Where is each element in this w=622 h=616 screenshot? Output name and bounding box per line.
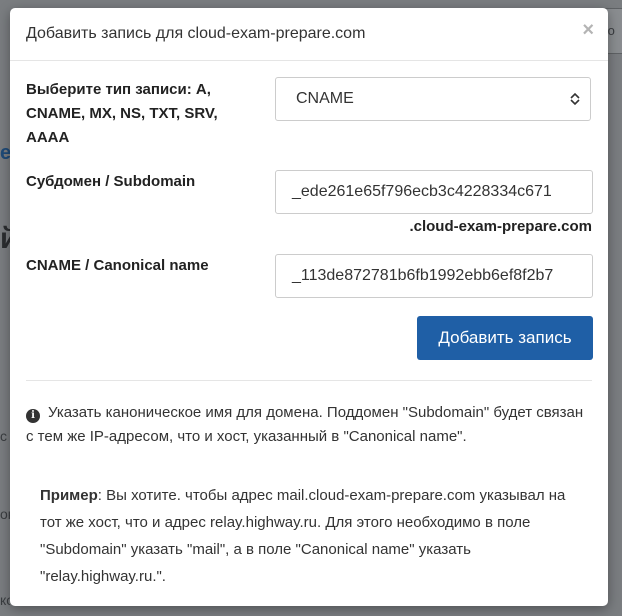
example-text: : Вы хотите. чтобы адрес mail.cloud-exam… [40, 487, 566, 585]
close-button[interactable]: × [582, 20, 594, 40]
add-record-button[interactable]: Добавить запись [417, 316, 593, 360]
subdomain-input-value: _ede261e65f796ecb3c4228334c671 [292, 183, 552, 200]
domain-suffix: .cloud-exam-prepare.com [409, 218, 592, 235]
info-text: Указать каноническое имя для домена. Под… [26, 404, 584, 445]
background-text-fragment: с [0, 428, 7, 444]
cname-input[interactable]: _113de872781b6fb1992ebb6ef8f2b7 [275, 254, 593, 298]
background-heading-fragment: й [0, 222, 10, 255]
chevron-down-icon [570, 92, 580, 106]
cname-label: CNAME / Canonical name [26, 257, 209, 274]
divider [26, 380, 592, 381]
add-record-modal: Добавить запись для cloud-exam-prepare.c… [10, 8, 608, 606]
example-block: Пример: Вы хотите. чтобы адрес mail.clou… [40, 482, 580, 590]
info-text-block: i Указать каноническое имя для домена. По… [26, 401, 586, 449]
modal-title: Добавить запись для cloud-exam-prepare.c… [26, 25, 366, 42]
record-type-selected-value: CNAME [296, 90, 354, 107]
subdomain-input[interactable]: _ede261e65f796ecb3c4228334c671 [275, 170, 593, 214]
example-label: Пример [40, 487, 98, 504]
modal-header: Добавить запись для cloud-exam-prepare.c… [10, 8, 608, 61]
background-text-fragment: е [0, 142, 10, 164]
cname-input-value: _113de872781b6fb1992ebb6ef8f2b7 [292, 267, 554, 284]
record-type-select[interactable]: CNAME [275, 77, 591, 121]
background-text-fragment: ок [0, 506, 10, 522]
info-icon: i [26, 409, 40, 423]
record-type-label: Выберите тип записи: A, CNAME, MX, NS, T… [26, 81, 218, 146]
subdomain-label: Субдомен / Subdomain [26, 173, 196, 190]
background-text-fragment: ко [0, 592, 10, 608]
